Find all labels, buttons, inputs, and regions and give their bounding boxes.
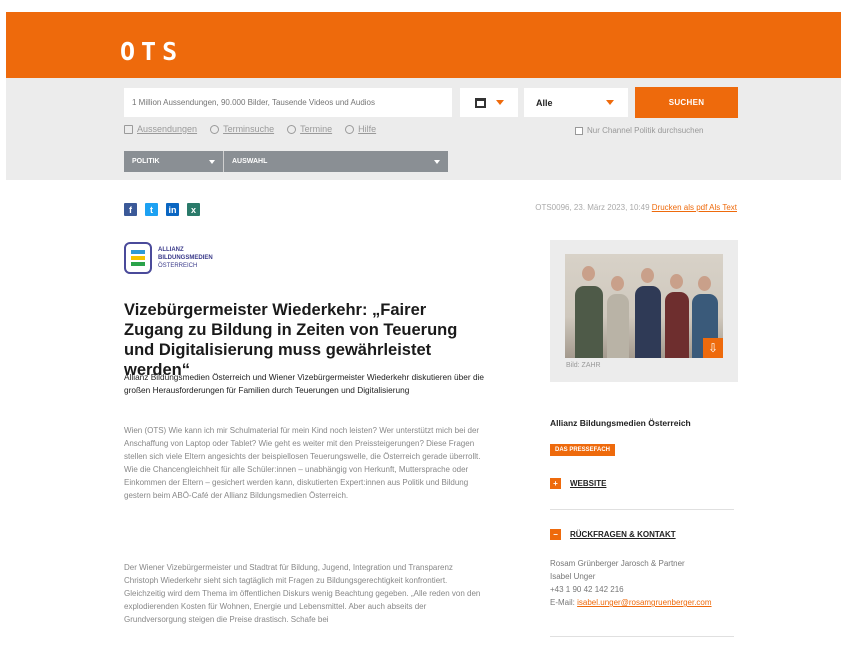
sidebar-org-name[interactable]: Allianz Bildungsmedien Österreich: [550, 418, 691, 428]
channel-only-checkbox[interactable]: [575, 126, 583, 135]
pressefach-badge[interactable]: DAS PRESSEFACH: [550, 444, 616, 456]
calendar-icon: [474, 97, 486, 108]
chevron-down-icon: [209, 159, 215, 164]
contact-details: Rosam Grünberger Jarosch & Partner Isabe…: [550, 559, 712, 607]
release-meta: OTS0096, 23. März 2023, 10:49 Drucken al…: [535, 203, 737, 212]
share-buttons: f t in x: [124, 203, 200, 216]
quicklink-termine[interactable]: Termine: [287, 124, 332, 134]
chevron-down-icon: [495, 100, 504, 105]
ots-logo[interactable]: OTS: [120, 37, 183, 66]
org-logo[interactable]: ALLIANZ BILDUNGSMEDIEN ÖSTERREICH: [124, 242, 213, 274]
linkedin-share-icon[interactable]: in: [166, 203, 179, 216]
quick-links: Aussendungen Terminsuche Termine Hilfe: [124, 124, 376, 134]
channel-filter[interactable]: AUSWAHL: [224, 151, 448, 172]
article-headline: Vizebürgermeister Wiederkehr: „Fairer Zu…: [124, 301, 458, 379]
top-bar: OTS: [6, 12, 841, 78]
website-link[interactable]: + WEBSITE: [550, 478, 606, 489]
contact-email-link[interactable]: isabel.unger@rosamgruenberger.com: [577, 598, 711, 607]
chevron-down-icon: [434, 159, 440, 164]
divider: [550, 636, 734, 637]
release-id-date: OTS0096, 23. März 2023, 10:49: [535, 203, 650, 212]
photo-caption: Bild: ZAHR: [566, 362, 601, 369]
twitter-share-icon[interactable]: t: [145, 203, 158, 216]
print-links[interactable]: Drucken als pdf Als Text: [652, 203, 737, 212]
quicklink-hilfe[interactable]: Hilfe: [345, 124, 376, 134]
quicklink-terminsuche[interactable]: Terminsuche: [210, 124, 274, 134]
press-photo[interactable]: ⇩: [565, 254, 723, 358]
photo-download-icon[interactable]: ⇩: [703, 338, 723, 358]
type-select[interactable]: Alle: [524, 88, 628, 117]
photo-card[interactable]: ⇩: [550, 240, 738, 382]
type-select-value: Alle: [536, 97, 553, 108]
date-picker-button[interactable]: [460, 88, 518, 117]
chart-icon: [124, 124, 133, 134]
filter-bar: POLITIK AUSWAHL: [124, 151, 448, 172]
calendar-icon: [287, 124, 297, 134]
chevron-down-icon: [606, 100, 614, 105]
minus-icon: −: [550, 529, 561, 540]
quicklink-aussendungen[interactable]: Aussendungen: [124, 124, 197, 134]
clock-icon: [210, 124, 220, 134]
ressort-filter[interactable]: POLITIK: [124, 151, 224, 172]
org-logo-icon: [124, 242, 152, 274]
article-lead: Allianz Bildungsmedien Österreich und Wi…: [124, 372, 485, 395]
help-icon: [345, 124, 355, 134]
facebook-share-icon[interactable]: f: [124, 203, 137, 216]
plus-icon: +: [550, 478, 561, 489]
channel-only-option[interactable]: Nur Channel Politik durchsuchen: [575, 126, 704, 135]
divider: [550, 509, 734, 510]
contact-link[interactable]: − RÜCKFRAGEN & KONTAKT: [550, 529, 676, 540]
org-logo-text: ALLIANZ BILDUNGSMEDIEN ÖSTERREICH: [158, 247, 213, 269]
xing-share-icon[interactable]: x: [187, 203, 200, 216]
search-input[interactable]: [124, 88, 452, 117]
article-paragraph: Der Wiener Vizebürgermeister und Stadtra…: [124, 563, 481, 624]
article-paragraph: Wien (OTS) Wie kann ich mir Schulmateria…: [124, 426, 481, 500]
search-button[interactable]: SUCHEN: [635, 87, 738, 118]
